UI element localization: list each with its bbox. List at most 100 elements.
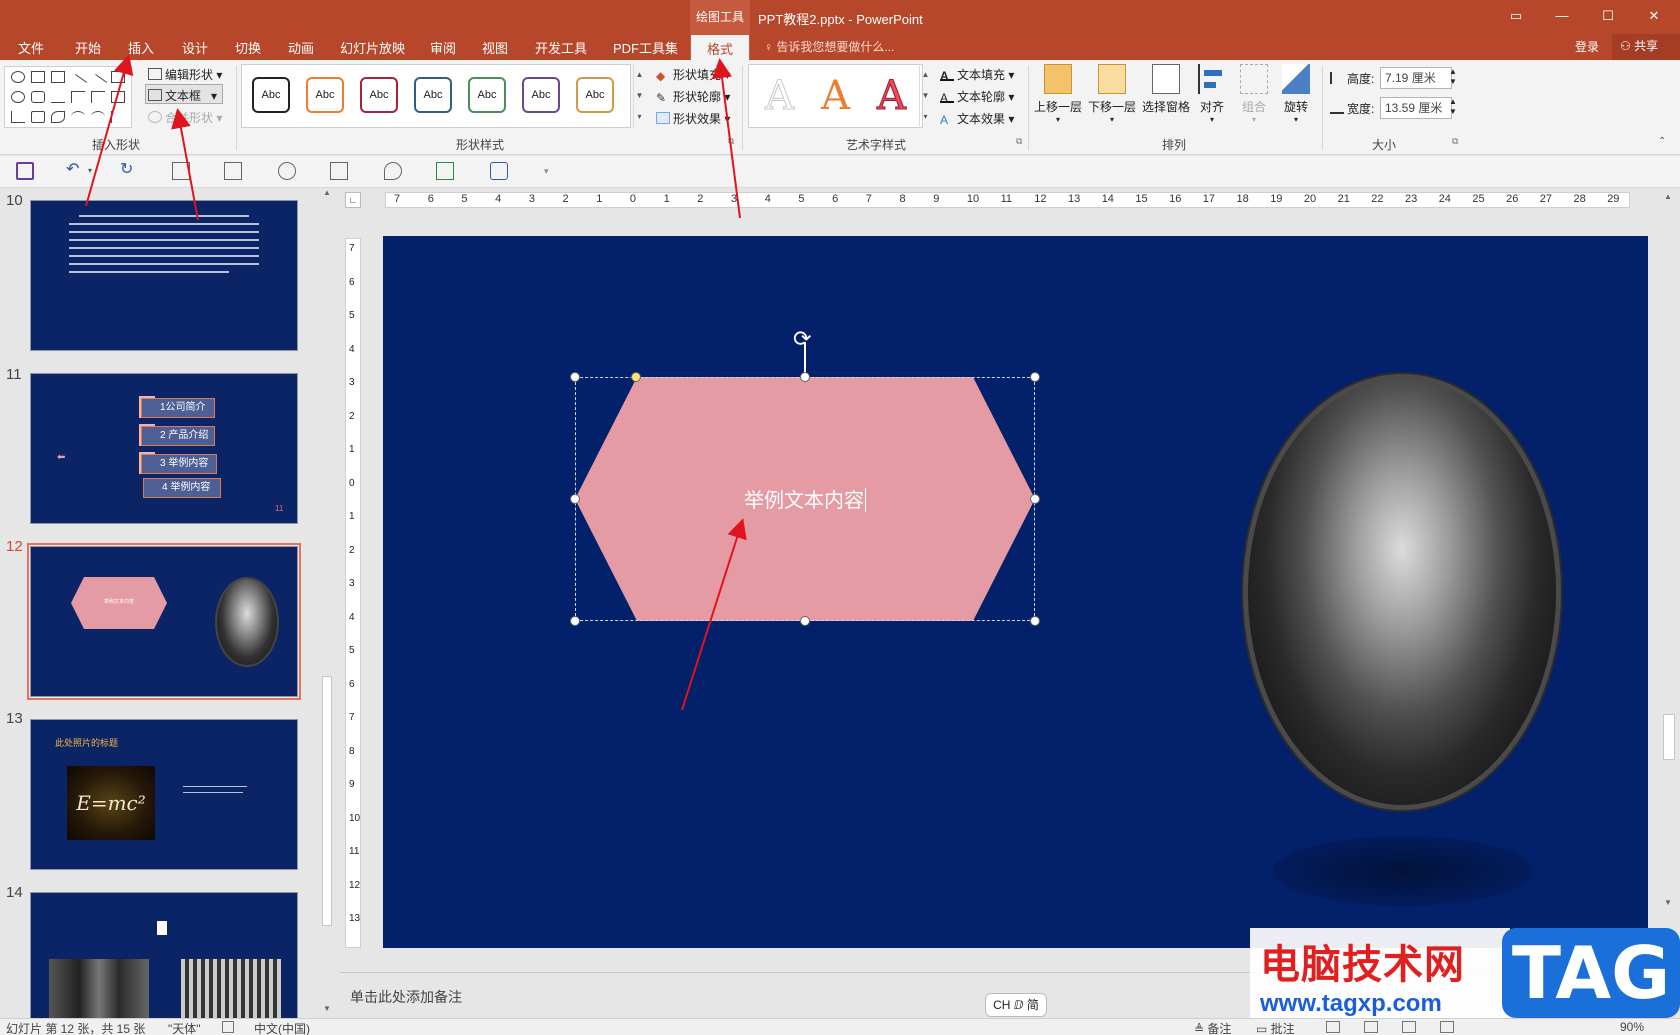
- vertical-textbox-shape-icon[interactable]: [51, 71, 65, 83]
- slideshow-icon[interactable]: [278, 162, 296, 180]
- thumb-slide-14[interactable]: [30, 892, 298, 1018]
- share-button[interactable]: ⚇ 共享: [1612, 34, 1680, 60]
- wordart-gallery[interactable]: A A A: [748, 64, 923, 128]
- elbow-connector-icon[interactable]: [71, 91, 85, 103]
- print-icon[interactable]: [436, 162, 454, 180]
- textbox-shape-icon[interactable]: [31, 71, 45, 83]
- collapse-ribbon-icon[interactable]: ⌃: [1658, 136, 1666, 147]
- thumb-slide-12[interactable]: 举例文本内容: [27, 543, 301, 700]
- shape-fill-button[interactable]: ◆ 形状填充 ▾: [656, 66, 730, 83]
- slide-scroll-thumb[interactable]: [1663, 714, 1675, 760]
- tab-home[interactable]: 开始: [75, 38, 101, 57]
- zoom-icon[interactable]: [384, 162, 402, 180]
- maximize-icon[interactable]: ☐: [1596, 8, 1620, 24]
- resize-handle-bottom-left[interactable]: [570, 616, 580, 626]
- rectangle-shape-icon[interactable]: [111, 71, 125, 83]
- size-launcher-icon[interactable]: ⧉: [1452, 136, 1458, 147]
- shape-style-4[interactable]: Abc: [414, 77, 452, 113]
- horizontal-ruler[interactable]: 7 6 5 4 3 2 1 0 1 2 3 4 5 6 7 8 9 10 11 12 13 14 15 16 17 18 19 20 2…: [385, 192, 1630, 208]
- close-icon[interactable]: ✕: [1642, 8, 1666, 24]
- link-icon[interactable]: [490, 162, 508, 180]
- minimize-icon[interactable]: —: [1550, 8, 1574, 23]
- resize-handle-bottom[interactable]: [800, 616, 810, 626]
- tab-pdf-tools[interactable]: PDF工具集: [613, 38, 678, 57]
- arc-shape-icon[interactable]: [71, 111, 85, 123]
- wordart-gallery-scroll[interactable]: ▲ ▼ ▾: [919, 64, 931, 128]
- tab-file[interactable]: 文件: [18, 38, 44, 57]
- notes-toggle[interactable]: ≜ 备注: [1194, 1020, 1231, 1035]
- ime-indicator[interactable]: CH ⅅ 简: [985, 993, 1047, 1017]
- width-spinner[interactable]: ▲ ▼: [1449, 97, 1457, 117]
- height-spinner[interactable]: ▲ ▼: [1449, 67, 1457, 87]
- thumb-slide-11[interactable]: 1公司简介 2 产品介绍 3 举例内容 4 举例内容 ⬅ 11: [30, 373, 298, 524]
- undo-icon[interactable]: ↶: [66, 162, 84, 180]
- resize-handle-top-left[interactable]: [570, 372, 580, 382]
- shape-outline-button[interactable]: ✎ 形状轮廓 ▾: [656, 88, 730, 105]
- tab-insert[interactable]: 插入: [128, 38, 154, 57]
- thumb-slide-10[interactable]: [30, 200, 298, 351]
- arrow-line-shape-icon[interactable]: [88, 74, 108, 92]
- wordart-style-red[interactable]: A: [877, 73, 907, 120]
- bring-forward-button[interactable]: 上移一层 ▾: [1032, 62, 1084, 124]
- text-fill-button[interactable]: A 文本填充 ▾: [940, 66, 1014, 83]
- triangle-shape-icon[interactable]: [51, 91, 65, 103]
- line-shape-icon[interactable]: [68, 74, 88, 92]
- brace-shape-icon[interactable]: [111, 111, 125, 123]
- curve-shape-icon[interactable]: [91, 111, 105, 123]
- adjust-handle[interactable]: [631, 372, 641, 382]
- text-effects-button[interactable]: A 文本效果 ▾: [940, 110, 1014, 127]
- zoom-level[interactable]: 90%: [1620, 1020, 1644, 1034]
- redo-icon[interactable]: ↻: [120, 162, 138, 180]
- pentagon-shape-icon[interactable]: [111, 91, 125, 103]
- down-arrow-shape-icon[interactable]: [11, 111, 25, 123]
- tab-slideshow[interactable]: 幻灯片放映: [340, 38, 405, 57]
- rounded-rect-shape-icon[interactable]: [31, 91, 45, 103]
- spellcheck-icon[interactable]: [222, 1021, 234, 1033]
- slide-scroll-up-icon[interactable]: ▲: [1664, 192, 1672, 201]
- scribble-shape-icon[interactable]: [51, 111, 65, 123]
- merge-shapes-button[interactable]: 合并形状 ▾: [148, 109, 222, 126]
- ellipse-shape-icon[interactable]: [11, 91, 25, 103]
- present-icon[interactable]: [330, 162, 348, 180]
- slideshow-view-icon[interactable]: [1440, 1021, 1454, 1033]
- scroll-down-icon[interactable]: ▼: [323, 1004, 331, 1013]
- styles-gallery-scroll[interactable]: ▲ ▼ ▾: [633, 64, 645, 128]
- rotate-button[interactable]: 旋转 ▾: [1278, 62, 1314, 124]
- tell-me-box[interactable]: ♀ 告诉我您想要做什么...: [764, 38, 894, 55]
- thumbnails-scrollbar[interactable]: ▲ ▼: [320, 188, 334, 1018]
- shape-style-5[interactable]: Abc: [468, 77, 506, 113]
- wordart-launcher-icon[interactable]: ⧉: [1016, 136, 1022, 147]
- shapes-gallery[interactable]: [4, 66, 132, 128]
- rotate-handle-icon[interactable]: ⟳: [793, 328, 811, 350]
- save-icon[interactable]: [16, 162, 34, 180]
- tab-transitions[interactable]: 切换: [235, 38, 261, 57]
- thumb-slide-13[interactable]: 此处照片的标题 E=mc²: [30, 719, 298, 870]
- edit-shape-button[interactable]: 编辑形状 ▾: [148, 66, 222, 83]
- shape-style-7[interactable]: Abc: [576, 77, 614, 113]
- tab-review[interactable]: 审阅: [430, 38, 456, 57]
- tab-view[interactable]: 视图: [482, 38, 508, 57]
- login-link[interactable]: 登录: [1575, 38, 1599, 55]
- align-button[interactable]: 对齐 ▾: [1194, 62, 1230, 124]
- resize-handle-top[interactable]: [800, 372, 810, 382]
- group-button[interactable]: 组合 ▾: [1236, 62, 1272, 124]
- height-input[interactable]: 7.19 厘米: [1380, 67, 1452, 89]
- shape-style-2[interactable]: Abc: [306, 77, 344, 113]
- customize-qat-icon[interactable]: ▾: [544, 162, 562, 180]
- resize-handle-left[interactable]: [570, 494, 580, 504]
- tab-format[interactable]: 格式: [690, 34, 751, 60]
- oval-shape-icon[interactable]: [11, 71, 25, 83]
- comments-toggle[interactable]: ▭ 批注: [1256, 1020, 1295, 1035]
- language-indicator[interactable]: 中文(中国): [254, 1020, 310, 1035]
- normal-view-icon[interactable]: [1326, 1021, 1340, 1033]
- slide-sorter-icon[interactable]: [1364, 1021, 1378, 1033]
- ribbon-display-icon[interactable]: ▭: [1504, 8, 1528, 24]
- resize-handle-top-right[interactable]: [1030, 372, 1040, 382]
- resize-handle-right[interactable]: [1030, 494, 1040, 504]
- shape-style-1[interactable]: Abc: [252, 77, 290, 113]
- send-backward-button[interactable]: 下移一层 ▾: [1086, 62, 1138, 124]
- text-box-label-wrap[interactable]: 文本框 ▾: [148, 87, 217, 104]
- shape-style-6[interactable]: Abc: [522, 77, 560, 113]
- tab-stop-selector[interactable]: ∟: [345, 192, 361, 208]
- selection-pane-button[interactable]: 选择窗格: [1140, 62, 1192, 115]
